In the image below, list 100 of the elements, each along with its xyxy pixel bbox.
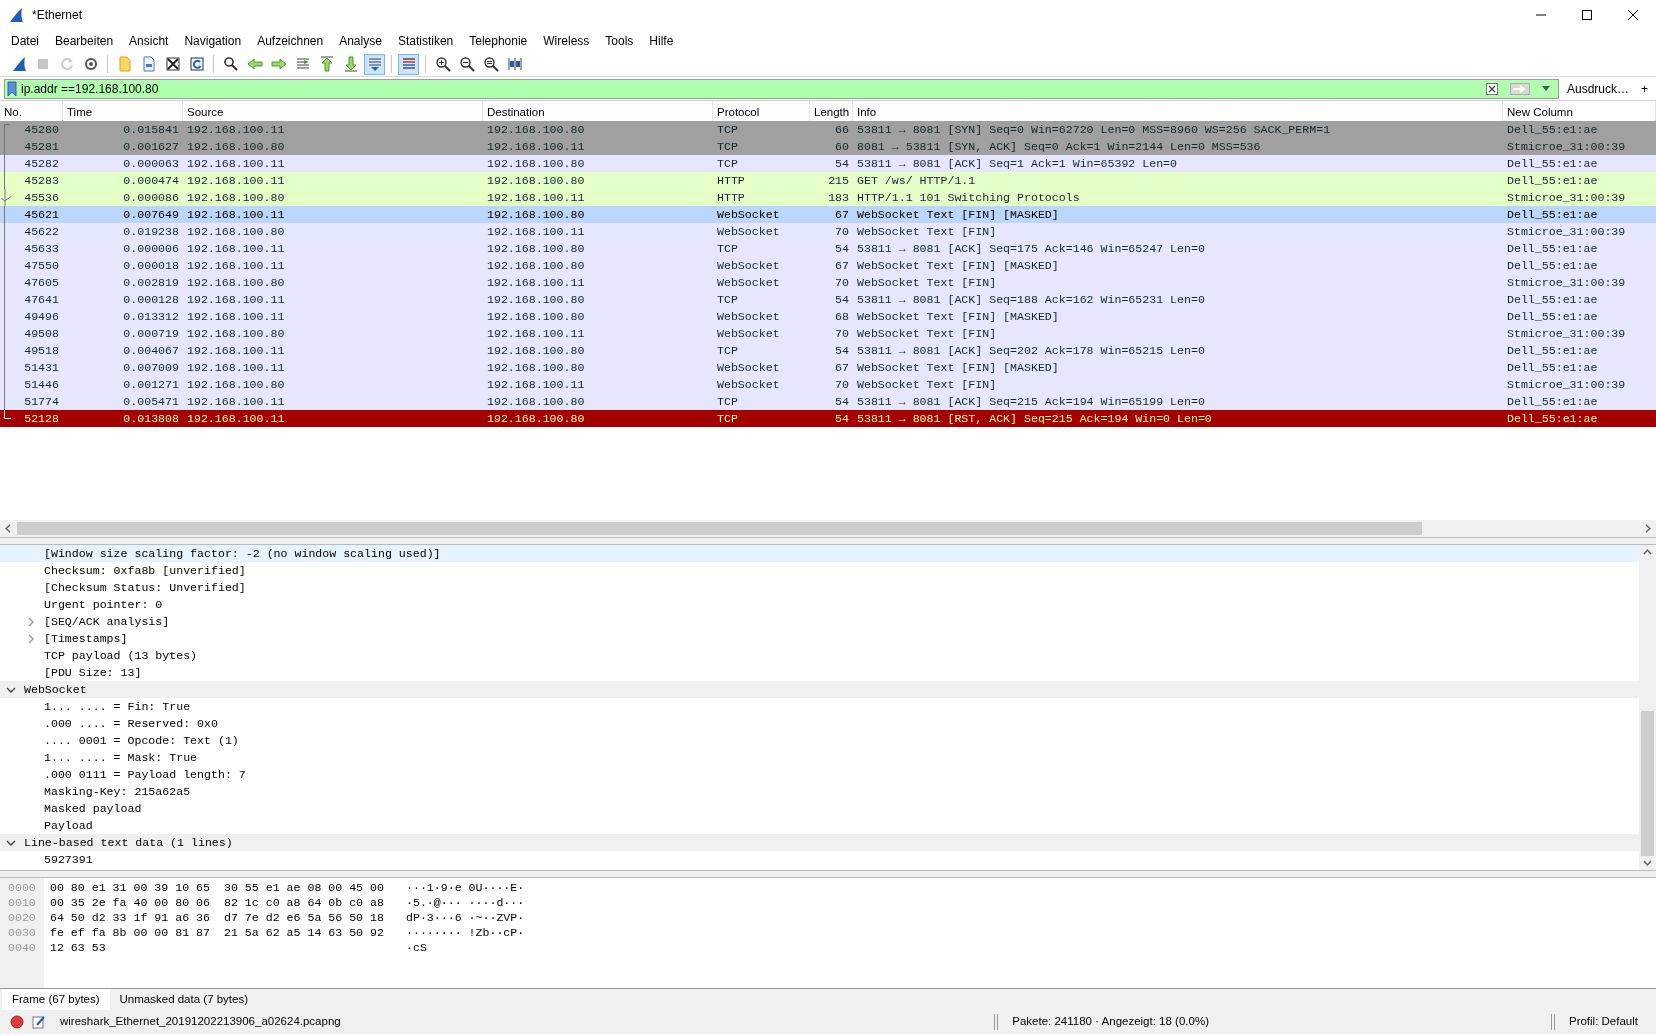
scrollbar-thumb[interactable]	[1641, 711, 1654, 856]
tree-item[interactable]: .000 .... = Reserved: 0x0	[0, 715, 1639, 732]
scrollbar-thumb[interactable]	[17, 522, 1422, 535]
packet-row[interactable]: 45280 0.015841 192.168.100.11 192.168.100.80 TCP 66 53811 → 8081 [SYN] Seq=0 Win=62720 Len=0 MSS=8960 WS=256 SACK_PERM=1 Dell_55:e1:ae	[0, 121, 1656, 138]
tree-item[interactable]: [Window size scaling factor: -2 (no window scaling used)]	[0, 545, 1639, 562]
table-cell-text: 192.168.100.11	[186, 292, 286, 308]
table-cell-text: 45280	[23, 122, 60, 138]
table-cell-text: 192.168.100.80	[486, 411, 586, 427]
tree-item[interactable]: [Checksum Status: Unverified]	[0, 579, 1639, 596]
display-filter-field[interactable]: ip.addr ==192.168.100.80	[4, 78, 1559, 99]
tree-item[interactable]: 1... .... = Fin: True	[0, 698, 1639, 715]
table-cell-text: Dell_55:e1:ae	[1506, 258, 1599, 274]
menu-item[interactable]: Analyse	[331, 31, 390, 51]
packet-row[interactable]: 47605 0.002819 192.168.100.80 192.168.100.11 WebSocket 70 WebSocket Text [FIN] Stmicroe_31:00:39	[0, 274, 1656, 291]
packet-row[interactable]: 45621 0.007649 192.168.100.11 192.168.100.80 WebSocket 67 WebSocket Text [FIN] [MASKED] Dell_55:e1:ae	[0, 206, 1656, 223]
colorize-button[interactable]	[398, 53, 419, 75]
menu-item[interactable]: Statistiken	[389, 31, 462, 51]
packet-row[interactable]: 51774 0.005471 192.168.100.11 192.168.100.80 TCP 54 53811 → 8081 [ACK] Seq=215 Ack=194 Win=65199 Len=0 Dell_55:e1:ae	[0, 393, 1656, 410]
folder-icon	[116, 56, 133, 72]
packet-row[interactable]: 51431 0.007009 192.168.100.11 192.168.100.80 WebSocket 67 WebSocket Text [FIN] [MASKED] Dell_55:e1:ae	[0, 359, 1656, 376]
display-filter-input[interactable]: ip.addr ==192.168.100.80	[21, 79, 1478, 98]
tree-item[interactable]: Masked payload	[0, 800, 1639, 817]
menu-item[interactable]: Bearbeiten	[47, 31, 122, 51]
table-cell-text: WebSocket Text [FIN]	[856, 326, 998, 342]
tree-item-label: .000 .... = Reserved: 0x0	[44, 715, 218, 732]
hex-bytes: 12 63 53	[50, 940, 107, 955]
table-cell-text: 0.005471	[122, 394, 180, 410]
tree-item[interactable]: WebSocket	[0, 681, 1639, 698]
menu-item[interactable]: Aufzeichnen	[249, 31, 332, 51]
table-cell-text: TCP	[716, 394, 739, 410]
packet-row[interactable]: 52128 0.013808 192.168.100.11 192.168.100.80 TCP 54 53811 → 8081 [RST, ACK] Seq=215 Ack=194 Win=0 Len=0 Dell_55:e1:ae	[0, 410, 1656, 427]
add-filter-button[interactable]: +	[1637, 79, 1652, 98]
menu-item[interactable]: Telephonie	[461, 31, 536, 51]
table-cell-text: 0.019238	[122, 224, 180, 240]
table-cell-text: 45282	[23, 156, 60, 172]
packet-row[interactable]: 45283 0.000474 192.168.100.11 192.168.100.80 HTTP 215 GET /ws/ HTTP/1.1 Dell_55:e1:ae	[0, 172, 1656, 189]
packet-row[interactable]: 45622 0.019238 192.168.100.80 192.168.100.11 WebSocket 70 WebSocket Text [FIN] Stmicroe_31:00:39	[0, 223, 1656, 240]
autoscroll-button[interactable]	[364, 53, 385, 75]
packet-row[interactable]: 47641 0.000128 192.168.100.11 192.168.100.80 TCP 54 53811 → 8081 [ACK] Seq=188 Ack=162 Win=65231 Len=0 Dell_55:e1:ae	[0, 291, 1656, 308]
table-cell-text: 192.168.100.80	[186, 190, 286, 206]
byte-tab[interactable]: Unmasked data (7 bytes)	[109, 989, 259, 1010]
menu-item[interactable]: Ansicht	[121, 31, 177, 51]
table-cell-text: Dell_55:e1:ae	[1506, 156, 1599, 172]
table-cell-text: 192.168.100.80	[486, 173, 586, 189]
tree-item[interactable]: [PDU Size: 13]	[0, 664, 1639, 681]
packet-row[interactable]: 47550 0.000018 192.168.100.11 192.168.100.80 WebSocket 67 WebSocket Text [FIN] [MASKED] Dell_55:e1:ae	[0, 257, 1656, 274]
table-cell-text: 192.168.100.11	[186, 360, 286, 376]
table-cell-text: 192.168.100.80	[486, 360, 586, 376]
tree-item[interactable]: 1... .... = Mask: True	[0, 749, 1639, 766]
packet-row[interactable]: 45282 0.000063 192.168.100.11 192.168.100.80 TCP 54 53811 → 8081 [ACK] Seq=1 Ack=1 Win=65392 Len=0 Dell_55:e1:ae	[0, 155, 1656, 172]
tree-item[interactable]: Checksum: 0xfa8b [unverified]	[0, 562, 1639, 579]
packet-row[interactable]: 51446 0.001271 192.168.100.80 192.168.100.11 WebSocket 70 WebSocket Text [FIN] Stmicroe_31:00:39	[0, 376, 1656, 393]
packet-row[interactable]: 45633 0.000006 192.168.100.11 192.168.100.80 TCP 54 53811 → 8081 [ACK] Seq=175 Ack=146 Win=65247 Len=0 Dell_55:e1:ae	[0, 240, 1656, 257]
packet-row[interactable]: 49518 0.004067 192.168.100.11 192.168.100.80 TCP 54 53811 → 8081 [ACK] Seq=202 Ack=178 Win=65215 Len=0 Dell_55:e1:ae	[0, 342, 1656, 359]
table-cell-text: WebSocket Text [FIN]	[856, 377, 998, 393]
packet-row[interactable]: 45536 0.000086 192.168.100.80 192.168.100.11 HTTP 183 HTTP/1.1 101 Switching Protocols Stmicroe_31:00:39	[0, 189, 1656, 206]
tree-item[interactable]: TCP payload (13 bytes)	[0, 647, 1639, 664]
ascii-bytes: dP·3···6 ·~··ZVP·	[405, 910, 525, 925]
packet-row[interactable]: 49508 0.000719 192.168.100.80 192.168.100.11 WebSocket 70 WebSocket Text [FIN] Stmicroe_31:00:39	[0, 325, 1656, 342]
tree-item[interactable]: .000 0111 = Payload length: 7	[0, 766, 1639, 783]
table-cell-text: WebSocket	[716, 258, 781, 274]
table-cell-text: 45536	[23, 190, 60, 206]
tree-item-label: [PDU Size: 13]	[44, 664, 142, 681]
maximize-icon	[1582, 10, 1592, 20]
table-cell-text: 53811 → 8081 [RST, ACK] Seq=215 Ack=194 Win=0 Len=0	[856, 411, 1213, 427]
tree-item[interactable]: Payload	[0, 817, 1639, 834]
tree-item-label: .000 0111 = Payload length: 7	[44, 766, 246, 783]
tree-item[interactable]: 5927391	[0, 851, 1639, 868]
tree-item[interactable]: .... 0001 = Opcode: Text (1)	[0, 732, 1639, 749]
packet-row[interactable]: 49496 0.013312 192.168.100.11 192.168.100.80 WebSocket 68 WebSocket Text [FIN] [MASKED] Dell_55:e1:ae	[0, 308, 1656, 325]
clear-icon	[1485, 83, 1498, 96]
tree-item[interactable]: Line-based text data (1 lines)	[0, 834, 1639, 851]
table-cell-text: 45281	[23, 139, 60, 155]
table-cell-text: 0.000018	[122, 258, 180, 274]
menu-item[interactable]: Datei	[3, 31, 47, 51]
table-cell-text: 0.001627	[122, 139, 180, 155]
ascii-bytes: ·5.·@··· ····d···	[405, 895, 525, 910]
tree-item[interactable]: Urgent pointer: 0	[0, 596, 1639, 613]
table-cell-text: TCP	[716, 292, 739, 308]
byte-tab[interactable]: Frame (67 bytes)	[2, 989, 110, 1010]
table-cell-text: Stmicroe_31:00:39	[1506, 224, 1627, 240]
table-cell-text: 192.168.100.11	[186, 122, 286, 138]
expression-button[interactable]: Ausdruck…	[1562, 79, 1633, 98]
tree-item-label: 5927391	[44, 851, 93, 868]
ascii-bytes: ···1·9·e 0U····E·	[405, 880, 525, 895]
tree-item-label: Masked payload	[44, 800, 142, 817]
tree-item[interactable]: [Timestamps]	[0, 630, 1639, 647]
packet-row[interactable]: 45281 0.001627 192.168.100.80 192.168.100.11 TCP 60 8081 → 53811 [SYN, ACK] Seq=0 Ack=1 Win=2144 Len=0 MSS=536 Stmicroe_31:00:39	[0, 138, 1656, 155]
table-cell-text: WebSocket	[716, 309, 781, 325]
menu-item[interactable]: Hilfe	[641, 31, 682, 51]
close-icon	[1628, 10, 1638, 20]
file-icon	[140, 56, 157, 72]
tree-item-label: Urgent pointer: 0	[44, 596, 163, 613]
menu-item[interactable]: Tools	[597, 31, 642, 51]
table-cell-text: WebSocket	[716, 207, 781, 223]
tree-item[interactable]: [SEQ/ACK analysis]	[0, 613, 1639, 630]
tree-item[interactable]: Masking-Key: 215a62a5	[0, 783, 1639, 800]
menu-item[interactable]: Wireless	[535, 31, 598, 51]
menu-item[interactable]: Navigation	[176, 31, 250, 51]
table-cell-text: TCP	[716, 241, 739, 257]
